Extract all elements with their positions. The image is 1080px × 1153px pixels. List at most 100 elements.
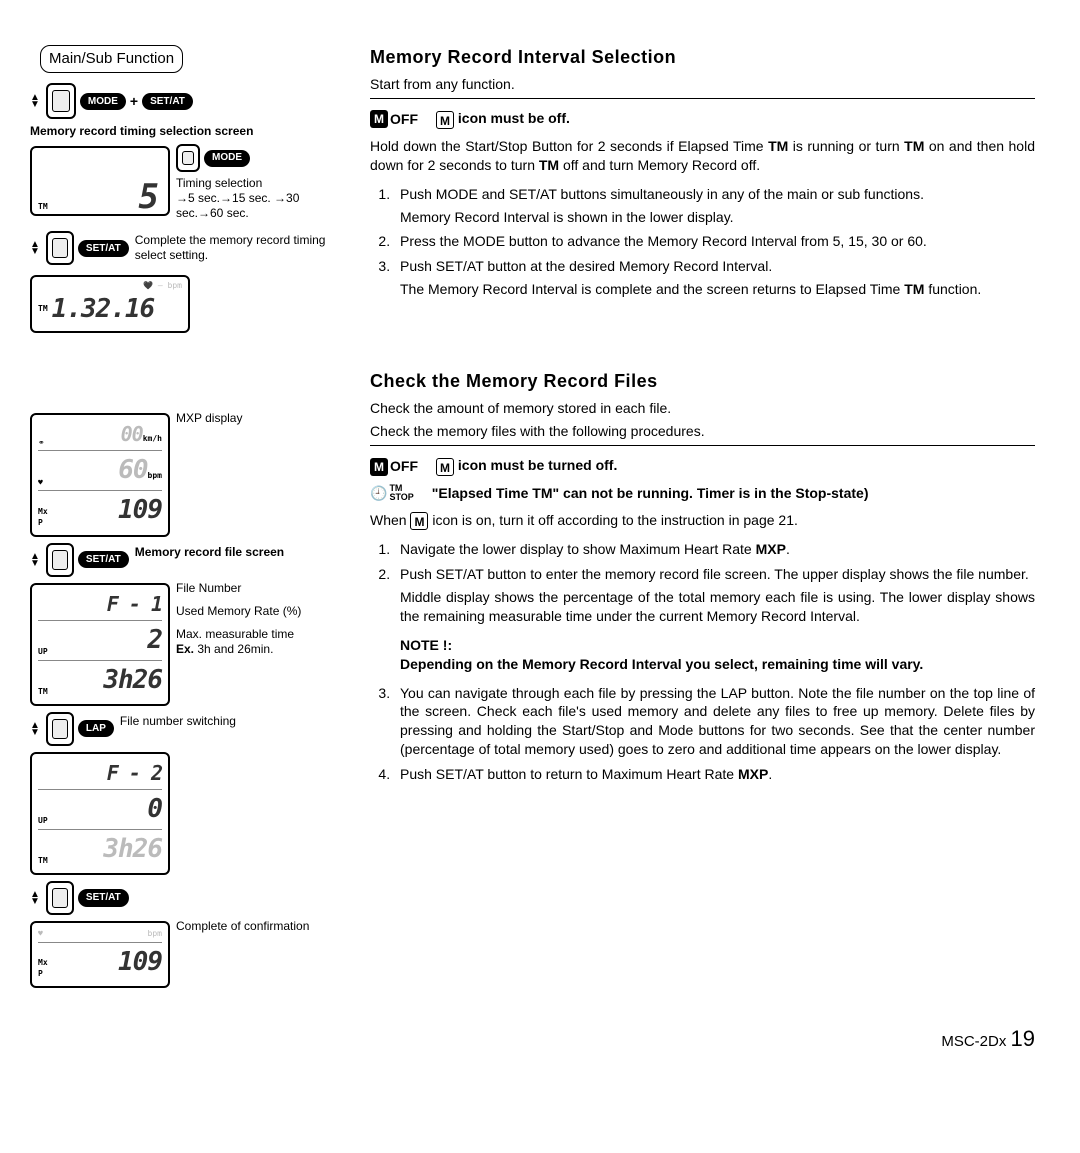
note-body: Depending on the Memory Record Interval … <box>400 656 923 672</box>
up-icon: UP <box>38 647 48 658</box>
when-m-on: When M icon is on, turn it off according… <box>370 511 1035 530</box>
complete-timing-text: Complete the memory record timing select… <box>135 231 350 263</box>
file-number: F - 1 <box>107 591 162 618</box>
mxp-display-block: ⚭00km/h ♥60bpm MxP109 MXP display <box>30 409 350 540</box>
off-label: OFF <box>390 458 418 474</box>
complete-confirm-label: Complete of confirmation <box>176 917 309 934</box>
divider <box>370 445 1035 446</box>
main-sub-function-box: Main/Sub Function <box>40 45 183 73</box>
lcd-bpm: 60 <box>118 455 147 485</box>
step-1: Push MODE and SET/AT buttons simultaneou… <box>394 185 1035 227</box>
mem-timing-title: Memory record timing selection screen <box>30 123 350 139</box>
final-mxp-block: ♥bpm MxP109 Complete of confirmation <box>30 917 350 992</box>
max-meas-label: Max. measurable time <box>176 627 301 642</box>
lcd-mxp-value: 109 <box>118 945 162 980</box>
manual-page: Main/Sub Function ▲▼ MODE + SET/AT Memor… <box>30 45 1035 994</box>
model-number: MSC-2Dx <box>941 1033 1006 1050</box>
hold-instruction: Hold down the Start/Stop Button for 2 se… <box>370 137 1035 175</box>
check-intro-2: Check the memory files with the followin… <box>370 422 1035 441</box>
meas-time: 3h26 <box>103 832 162 867</box>
lcd-timing: TM 5 <box>30 146 170 216</box>
tm-label: TM <box>38 687 48 698</box>
used-pct: 2 <box>147 623 162 658</box>
lcd-mxp-value: 109 <box>118 493 162 528</box>
m-icon: M <box>370 110 388 128</box>
setat-button-label: SET/AT <box>78 551 129 569</box>
setat-button-label: SET/AT <box>78 240 129 258</box>
icon-off-text: icon must be off. <box>458 110 570 126</box>
mode-button-label: MODE <box>204 150 250 167</box>
right-text-column: Memory Record Interval Selection Start f… <box>370 45 1035 994</box>
page-footer: MSC-2Dx 19 <box>30 1024 1035 1054</box>
watch-mode-setat: ▲▼ MODE + SET/AT <box>30 83 350 119</box>
p-label: P <box>38 969 43 978</box>
heading-interval-selection: Memory Record Interval Selection <box>370 45 1035 69</box>
step-2: Press the MODE button to advance the Mem… <box>394 232 1035 251</box>
file-number-label: File Number <box>176 581 301 596</box>
meas-time: 3h26 <box>103 663 162 698</box>
m-icon: M <box>370 458 388 476</box>
watch-icon <box>176 144 200 172</box>
mxp-display-label: MXP display <box>176 409 242 426</box>
file1-block: F - 1 UP2 TM3h26 File Number Used Memory… <box>30 579 350 710</box>
watch-icon <box>46 881 74 915</box>
m-off-requirement: MOFF M icon must be off. <box>370 109 1035 129</box>
used-pct: 0 <box>147 792 162 827</box>
intro-text: Start from any function. <box>370 75 1035 94</box>
lcd-value-5: 5 <box>139 175 158 221</box>
up-down-arrows-icon: ▲▼ <box>30 891 40 905</box>
m-off-requirement-2: MOFF M icon must be turned off. <box>370 456 1035 476</box>
divider <box>370 98 1035 99</box>
mx-label: Mx <box>38 507 48 516</box>
lcd-mxp-final: ♥bpm MxP109 <box>30 921 170 988</box>
setat-complete-block: ▲▼ SET/AT Complete the memory record tim… <box>30 231 350 265</box>
timing-selection-label: Timing selection <box>176 176 350 191</box>
watch-icon <box>46 712 74 746</box>
up-down-arrows-icon: ▲▼ <box>30 722 40 736</box>
m-icon: M <box>410 512 428 530</box>
setat-confirm-block: ▲▼ SET/AT <box>30 881 350 915</box>
lcd-file1: F - 1 UP 2 TM 3h26 <box>30 583 170 706</box>
left-diagram-column: Main/Sub Function ▲▼ MODE + SET/AT Memor… <box>30 45 350 994</box>
tm-label: TM <box>38 202 48 213</box>
lap-block: ▲▼ LAP File number switching <box>30 712 350 746</box>
kmh-unit: km/h <box>143 434 162 443</box>
check-intro-1: Check the amount of memory stored in eac… <box>370 399 1035 418</box>
file2-block: F - 2 UP 0 TM 3h26 <box>30 748 350 879</box>
setat-button-label: SET/AT <box>78 889 129 907</box>
bpm-unit: bpm <box>148 471 162 480</box>
lap-button-label: LAP <box>78 720 114 738</box>
lcd-kmh: 00 <box>121 422 143 446</box>
up-icon: UP <box>38 816 48 827</box>
check-steps: Navigate the lower display to show Maxim… <box>370 540 1035 784</box>
watch-icon <box>46 83 76 119</box>
file-switching-label: File number switching <box>120 712 236 729</box>
plus-sign: + <box>130 92 138 111</box>
elapsed-time-note: "Elapsed Time TM" can not be running. Ti… <box>432 484 869 503</box>
mode-button-label: MODE <box>80 93 126 111</box>
up-down-arrows-icon: ▲▼ <box>30 94 40 108</box>
timing-lcd-block: TM 5 MODE Timing selection →5 sec.→15 se… <box>30 142 350 221</box>
tm-label: TM <box>38 856 48 867</box>
setat-button-label: SET/AT <box>142 93 193 111</box>
check-step-2: Push SET/AT button to enter the memory r… <box>394 565 1035 673</box>
up-down-arrows-icon: ▲▼ <box>30 241 40 255</box>
check-step-3: You can navigate through each file by pr… <box>394 684 1035 760</box>
m-icon: M <box>436 458 454 476</box>
file-number: F - 2 <box>107 760 162 787</box>
setat-to-file-block: ▲▼ SET/AT Memory record file screen <box>30 543 350 577</box>
m-icon: M <box>436 111 454 129</box>
bpm-unit: 🖤 — bpm <box>38 281 182 292</box>
interval-steps: Push MODE and SET/AT buttons simultaneou… <box>370 185 1035 299</box>
page-number: 19 <box>1011 1026 1035 1051</box>
watch-icon <box>46 231 74 265</box>
lcd-elapsed: 🖤 — bpm TM 1.32.16 <box>30 275 190 333</box>
clock-icon: 🕘 <box>370 484 387 503</box>
stop-label: STOP <box>389 493 413 502</box>
lcd-file2: F - 2 UP 0 TM 3h26 <box>30 752 170 875</box>
check-step-1: Navigate the lower display to show Maxim… <box>394 540 1035 559</box>
tm-stop-requirement: 🕘 TMSTOP "Elapsed Time TM" can not be ru… <box>370 484 1035 503</box>
note-label: NOTE !: <box>400 637 452 653</box>
step-3: Push SET/AT button at the desired Memory… <box>394 257 1035 299</box>
timing-sequence: →5 sec.→15 sec. →30 sec.→60 sec. <box>176 191 350 221</box>
